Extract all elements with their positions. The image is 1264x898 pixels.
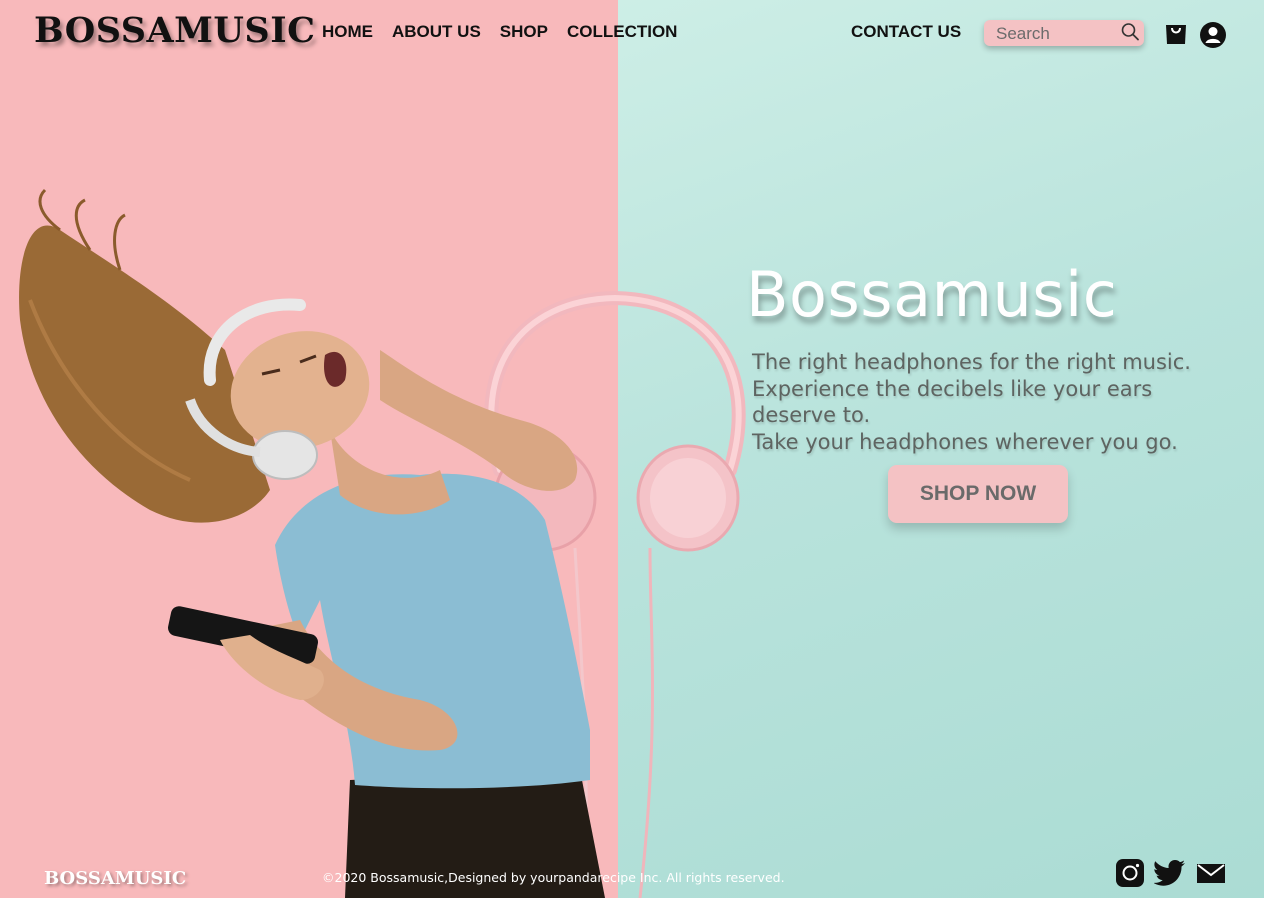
hero-line: deserve to. [752, 403, 871, 427]
hero-left-panel [0, 0, 618, 898]
shopping-bag-icon[interactable] [1164, 22, 1188, 46]
nav-item-about-us[interactable]: ABOUT US [392, 22, 481, 42]
shop-now-button[interactable]: SHOP NOW [888, 465, 1068, 523]
mail-icon[interactable] [1196, 858, 1226, 888]
search-icon[interactable] [1120, 22, 1140, 42]
nav-item-collection[interactable]: COLLECTION [567, 22, 678, 42]
hero-line: Take your headphones wherever you go. [752, 429, 1178, 454]
instagram-icon[interactable] [1115, 858, 1145, 888]
search-input[interactable] [994, 23, 1116, 45]
nav-item-contact-us[interactable]: CONTACT US [851, 22, 961, 42]
hero-title: Bossamusic [746, 258, 1118, 331]
user-icon[interactable] [1199, 21, 1227, 49]
main-nav: HOME ABOUT US SHOP COLLECTION [322, 22, 677, 42]
footer-logo[interactable]: BOSSAMUSIC [44, 868, 186, 889]
nav-item-shop[interactable]: SHOP [500, 22, 548, 42]
hero-line: Experience the decibels like your ears [752, 376, 1153, 401]
copyright-text: ©2020 Bossamusic,Designed by yourpandare… [322, 870, 785, 885]
search-box [984, 20, 1144, 46]
nav-item-home[interactable]: HOME [322, 22, 373, 42]
hero-description: The right headphones for the right music… [752, 349, 1232, 455]
twitter-icon[interactable] [1154, 858, 1186, 888]
brand-logo[interactable]: BOSSAMUSIC [34, 10, 315, 51]
hero-line: The right headphones for the right music… [752, 350, 1191, 374]
